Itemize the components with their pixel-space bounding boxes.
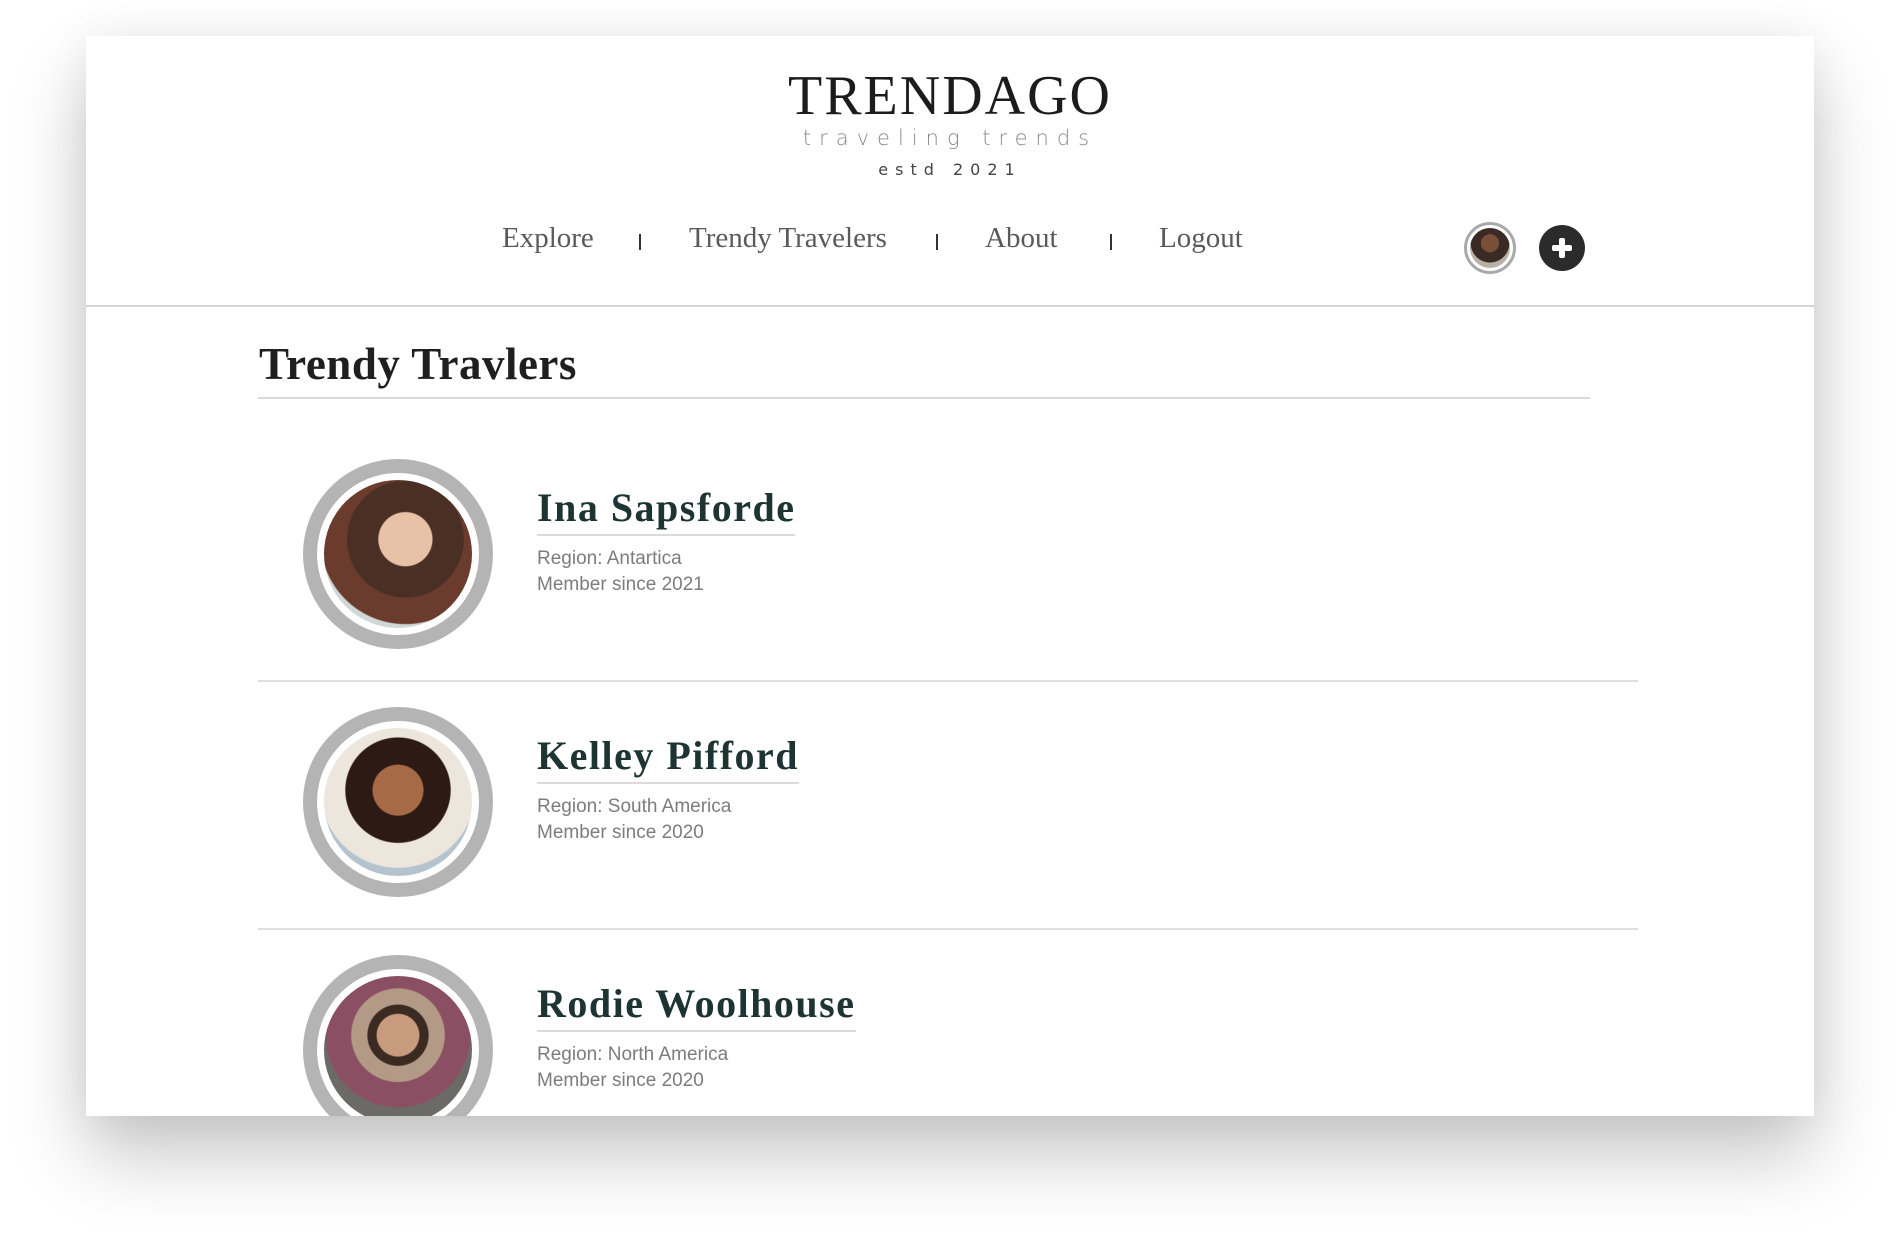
traveler-name[interactable]: Ina Sapsforde [537,484,796,536]
traveler-member-since: Member since 2020 [537,822,704,843]
traveler-card: Kelley Pifford Region: South America Mem… [258,682,1638,930]
nav-separator [1110,234,1112,250]
brand-tagline: traveling trends [802,126,1098,150]
traveler-photo[interactable] [303,955,493,1116]
user-avatar[interactable] [1464,222,1516,274]
traveler-region: Region: Antartica [537,548,682,569]
nav-logout[interactable]: Logout [1159,222,1243,255]
traveler-photo-image [324,728,472,876]
nav-trendy-travelers[interactable]: Trendy Travelers [689,222,887,255]
traveler-name[interactable]: Rodie Woolhouse [537,980,856,1032]
nav-explore[interactable]: Explore [502,222,594,255]
traveler-member-since: Member since 2020 [537,1070,704,1091]
traveler-card: Rodie Woolhouse Region: North America Me… [258,930,1638,1116]
nav-separator [639,234,641,250]
traveler-photo[interactable] [303,459,493,649]
traveler-photo-image [324,976,472,1116]
title-divider [258,397,1590,399]
brand-established: estd 2021 [878,160,1022,179]
nav-separator [936,234,938,250]
traveler-card: Ina Sapsforde Region: Antartica Member s… [258,434,1638,682]
site-header: TRENDAGO traveling trends estd 2021 Expl… [86,36,1814,307]
page-backdrop: TRENDAGO traveling trends estd 2021 Expl… [0,0,1900,1252]
page-title: Trendy Travlers [259,339,577,389]
brand-logo[interactable]: TRENDAGO [86,64,1814,128]
traveler-member-since: Member since 2021 [537,574,704,595]
traveler-region: Region: North America [537,1044,729,1065]
add-button[interactable] [1539,225,1585,271]
plus-icon-stroke [1559,238,1565,258]
traveler-region: Region: South America [537,796,732,817]
traveler-photo-image [324,480,472,628]
app-window: TRENDAGO traveling trends estd 2021 Expl… [86,36,1814,1116]
traveler-photo[interactable] [303,707,493,897]
nav-about[interactable]: About [985,222,1058,255]
user-avatar-photo [1470,228,1510,268]
traveler-name[interactable]: Kelley Pifford [537,732,800,784]
